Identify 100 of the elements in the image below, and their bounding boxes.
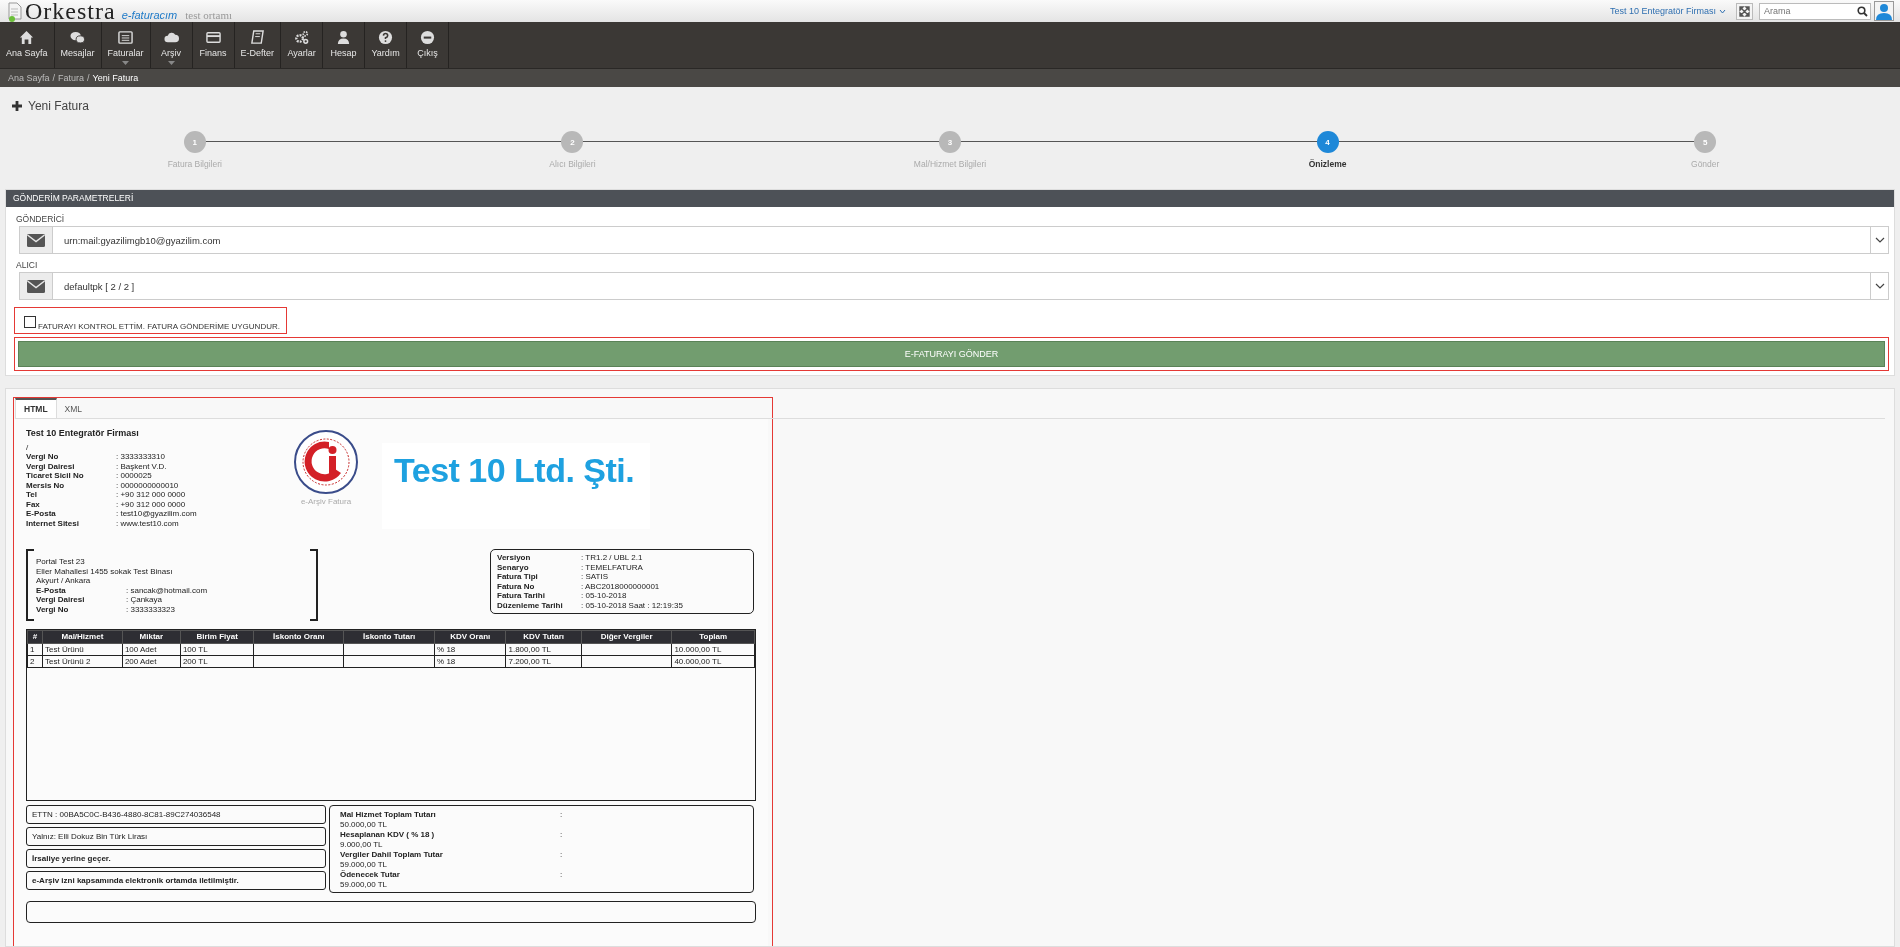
address-line: Eller Mahallesi 1455 sokak Test Binası bbox=[36, 566, 174, 576]
field-value: : 05-10-2018 bbox=[581, 591, 628, 601]
select-field[interactable]: defaultpk [ 2 / 2 ] bbox=[19, 272, 1889, 300]
field-label: Fax bbox=[26, 499, 41, 509]
tab[interactable]: HTML bbox=[15, 398, 57, 418]
total-separator: : bbox=[560, 830, 564, 840]
envelope-icon bbox=[27, 233, 45, 247]
table-cell: % 18 bbox=[434, 655, 506, 668]
table-cell: Test Ürünü bbox=[42, 643, 123, 656]
column-header: KDV Tutarı bbox=[505, 630, 582, 644]
seal-drawing bbox=[293, 429, 359, 495]
field-label: Vergi Dairesi bbox=[36, 595, 86, 605]
caret-icon bbox=[1719, 8, 1726, 14]
cloud-icon bbox=[163, 30, 179, 45]
field-label: E-Posta bbox=[26, 509, 57, 519]
field-label: Senaryo bbox=[497, 562, 530, 572]
total-value: 59.000,00 TL bbox=[340, 859, 388, 869]
column-header: Miktar bbox=[122, 630, 181, 644]
step-number[interactable]: 4 bbox=[1316, 131, 1339, 153]
step-label: Gönder bbox=[1691, 159, 1720, 169]
company-banner: Test 10 Ltd. Şti. bbox=[382, 443, 651, 529]
checkbox-label: FATURAYI KONTROL ETTİM. FATURA GÖNDERİME UYGUNDUR. bbox=[38, 322, 280, 331]
breadcrumb-item: Yeni Fatura bbox=[92, 73, 139, 83]
field-label: GÖNDERİCİ bbox=[16, 214, 66, 224]
field-value: : Başkent V.D. bbox=[116, 461, 168, 471]
column-header: İskonto Tutarı bbox=[343, 630, 435, 644]
field-value: : SATIS bbox=[581, 572, 609, 582]
column-header: Mal/Hizmet bbox=[42, 630, 123, 644]
fullscreen-button[interactable] bbox=[1736, 2, 1753, 20]
address-text: / bbox=[26, 442, 30, 452]
field-value: : Çankaya bbox=[126, 595, 164, 605]
tab[interactable]: XML bbox=[56, 398, 91, 418]
field-label: Vergi No bbox=[26, 452, 60, 462]
field-value: : 3333333310 bbox=[116, 452, 166, 462]
company-link[interactable]: Test 10 Entegratör Firması bbox=[1609, 6, 1726, 16]
field-label: Düzenleme Tarihi bbox=[497, 600, 564, 610]
note-box: İrsaliye yerine geçer. bbox=[26, 849, 326, 868]
panel-title: GÖNDERİM PARAMETRELERİ bbox=[6, 190, 1894, 207]
checkbox[interactable] bbox=[24, 316, 36, 328]
logo: Orkestra bbox=[25, 0, 116, 22]
table-cell: 200 Adet bbox=[122, 655, 181, 668]
total-separator: : bbox=[560, 850, 564, 860]
column-header: # bbox=[27, 630, 43, 644]
table-cell: 1.800,00 TL bbox=[505, 643, 582, 656]
breadcrumb-item[interactable]: Ana Sayfa bbox=[8, 73, 50, 83]
total-value: 9.000,00 TL bbox=[340, 839, 384, 849]
total-label: Hesaplanan KDV ( % 18 ) bbox=[340, 830, 436, 840]
envelope-icon bbox=[27, 279, 45, 293]
column-header: İskonto Oranı bbox=[253, 630, 344, 644]
breadcrumb-separator: / bbox=[87, 73, 90, 83]
total-separator: : bbox=[560, 810, 564, 820]
field-value: : +90 312 000 0000 bbox=[116, 490, 187, 500]
breadcrumb-separator: / bbox=[52, 73, 56, 83]
page-title: Yeni Fatura bbox=[28, 99, 89, 113]
step-label: Önizleme bbox=[1308, 159, 1347, 169]
field-label: Tel bbox=[26, 490, 38, 500]
table-cell: 7.200,00 TL bbox=[505, 655, 582, 668]
table-cell: 2 bbox=[27, 655, 43, 668]
note-box: e-Arşiv izni kapsamında elektronik ortamda iletilmiştir. bbox=[26, 871, 326, 890]
note-box: ETTN : 00BA5C0C-B436-4880-8C81-89C274036548 bbox=[26, 805, 326, 824]
chat-icon bbox=[70, 30, 86, 45]
document-icon bbox=[8, 2, 22, 22]
field-value: : TR1.2 / UBL 2.1 bbox=[581, 553, 644, 563]
user-button[interactable] bbox=[1874, 1, 1894, 21]
field-label: E-Posta bbox=[36, 585, 67, 595]
field-value: : sancak@hotmail.com bbox=[126, 585, 209, 595]
field-value: : 3333333323 bbox=[126, 604, 176, 614]
product-name: e-faturacım bbox=[121, 8, 178, 22]
plus-icon bbox=[12, 101, 22, 111]
note-box: Yalnız: Elli Dokuz Bin Türk Lirası bbox=[26, 827, 326, 846]
table-cell: % 18 bbox=[434, 643, 506, 656]
address-line: Portal Test 23 bbox=[36, 557, 86, 567]
field-value: : www.test10.com bbox=[116, 518, 180, 528]
total-value: 50.000,00 TL bbox=[340, 819, 388, 829]
field-label: Ticaret Sicil No bbox=[26, 471, 85, 481]
environment-label: test ortamı bbox=[185, 8, 233, 22]
field-label: Fatura Tipi bbox=[497, 572, 539, 582]
field-label: Fatura No bbox=[497, 581, 536, 591]
field-label: Fatura Tarihi bbox=[497, 591, 546, 601]
total-label: Ödenecek Tutar bbox=[340, 870, 401, 880]
book-icon bbox=[249, 30, 265, 45]
step-label: Mal/Hizmet Bilgileri bbox=[913, 159, 987, 169]
column-header: Diğer Vergiler bbox=[581, 630, 672, 644]
step-label: Fatura Bilgileri bbox=[167, 159, 222, 169]
total-value: 59.000,00 TL bbox=[340, 879, 388, 889]
column-header: Toplam bbox=[671, 630, 755, 644]
total-label: Mal Hizmet Toplam Tutarı bbox=[340, 810, 437, 820]
table-cell: 10.000,00 TL bbox=[671, 643, 755, 656]
card-icon bbox=[205, 30, 221, 45]
field-value: : 05-10-2018 Saat : 12:19:35 bbox=[581, 600, 684, 610]
field-value: : ABC2018000000001 bbox=[581, 581, 661, 591]
field-value: : +90 312 000 0000 bbox=[116, 499, 187, 509]
field-label: Vergi No bbox=[36, 604, 70, 614]
field-label: Internet Sitesi bbox=[26, 518, 80, 528]
search-field[interactable]: Arama bbox=[1759, 2, 1871, 20]
field-value: : test10@gyazilim.com bbox=[116, 509, 198, 519]
table-cell: 1 bbox=[27, 643, 43, 656]
expand-icon bbox=[1739, 5, 1750, 17]
breadcrumb-item[interactable]: Fatura bbox=[58, 73, 85, 83]
select-field[interactable]: urn:mail:gyazilimgb10@gyazilim.com bbox=[19, 226, 1889, 254]
